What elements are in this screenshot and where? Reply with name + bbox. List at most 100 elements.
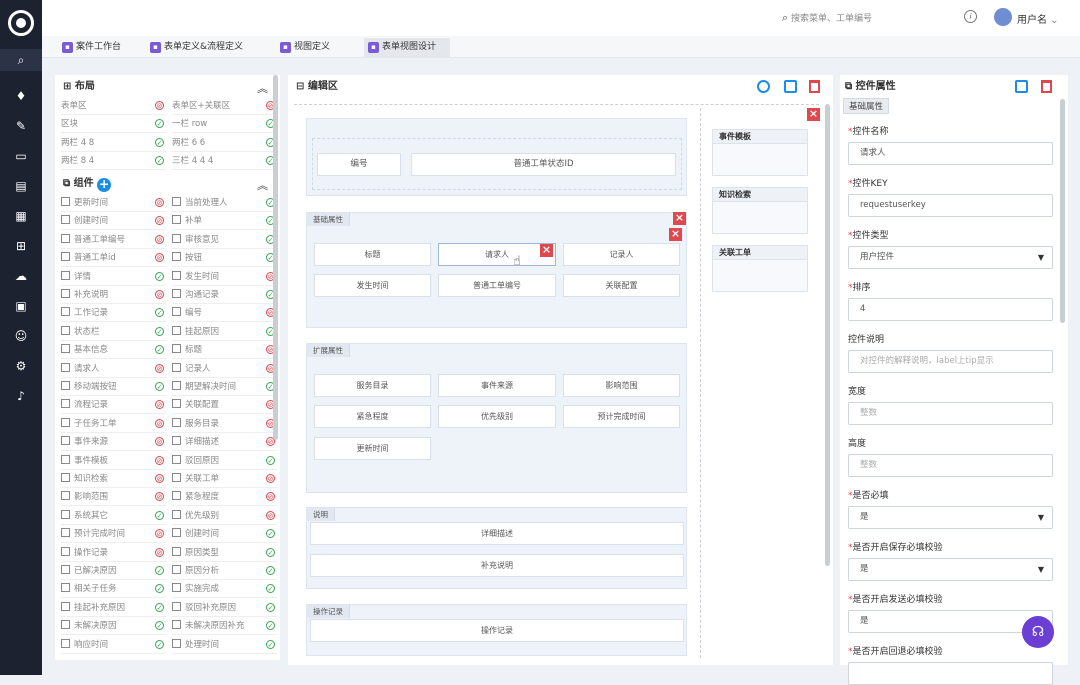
section-basic[interactable]: 基础属性 [306,212,687,328]
component-item[interactable]: 响应时间 ✓ [61,636,166,654]
field-recorder[interactable]: 记录人 [563,243,680,266]
component-item[interactable]: 关联工单 ⊘ [172,470,277,488]
block-event-template[interactable]: 事件模板 [712,129,808,176]
component-item[interactable]: 事件来源 ⊘ [61,433,166,452]
component-item[interactable]: 挂起原因 ✓ [172,323,277,341]
component-item[interactable]: 详细描述 ⊘ [172,433,277,452]
field-occur-time[interactable]: 发生时间 [314,274,431,297]
prop-input[interactable] [848,662,1053,685]
network-icon[interactable]: ⊞ [0,235,42,257]
field-id[interactable]: 编号 [317,153,401,176]
component-item[interactable]: 原因类型 ✓ [172,544,277,562]
close-icon[interactable]: × [540,244,553,257]
document-icon[interactable]: ▤ [0,175,42,197]
component-item[interactable]: 相关子任务 ✓ [61,580,166,599]
prop-input[interactable]: 整数 [848,402,1053,425]
tab-form-view-design[interactable]: ▪ 表单视图设计 [364,38,450,58]
component-item[interactable]: 原因分析 ✓ [172,562,277,580]
component-item[interactable]: 补单 ✓ [172,212,277,231]
layout-item[interactable]: 一栏 row ✓ [172,115,277,134]
component-item[interactable]: 基本信息 ✓ [61,341,166,360]
component-item[interactable]: 当前处理人 ✓ [172,194,277,212]
component-item[interactable]: 系统其它 ✓ [61,507,166,525]
component-item[interactable]: 状态栏 ✓ [61,323,166,341]
component-item[interactable]: 服务目录 ⊘ [172,415,277,433]
prop-select[interactable]: 用户控件 ▼ [848,246,1053,269]
field-status-id[interactable]: 普通工单状态ID [411,153,676,176]
search-icon[interactable]: ⌕ [0,49,42,71]
component-item[interactable]: 普通工单编号 ⊘ [61,231,166,249]
layout-item[interactable]: 三栏 4 4 4 ✓ [172,152,277,171]
prop-input[interactable]: 整数 [848,454,1053,477]
component-item[interactable]: 请求人 ⊘ [61,360,166,378]
component-item[interactable]: 事件模板 ⊘ [61,452,166,470]
component-item[interactable]: 记录人 ⊘ [172,360,277,378]
component-item[interactable]: 普通工单id ⊘ [61,249,166,268]
component-item[interactable]: 驳回原因 ✓ [172,452,277,470]
field-title[interactable]: 标题 [314,243,431,266]
tab-case-workbench[interactable]: ▪ 案件工作台 [58,38,134,58]
avatar[interactable] [994,8,1012,26]
collapse-icon[interactable]: ︽ [257,177,268,193]
save-icon[interactable] [1015,80,1028,93]
component-item[interactable]: 编号 ⊘ [172,304,277,323]
tab-view-definition[interactable]: ▪ 视图定义 [276,38,350,58]
global-search[interactable]: ⌕ 搜索菜单、工单编号 [782,11,872,25]
layout-item[interactable]: 两栏 6 6 ✓ [172,134,277,152]
monitor-icon[interactable]: ▭ [0,145,42,167]
component-item[interactable]: 移动端按钮 ✓ [61,378,166,396]
component-item[interactable]: 创建时间 ✓ [172,525,277,544]
editor-scrollbar[interactable] [825,104,830,566]
component-item[interactable]: 关联配置 ⊘ [172,396,277,415]
collapse-icon[interactable]: ︽ [257,80,268,96]
component-item[interactable]: 详情 ✓ [61,268,166,286]
field-update-time[interactable]: 更新时间 [314,437,431,460]
component-item[interactable]: 创建时间 ⊘ [61,212,166,231]
field-ticket-number[interactable]: 普通工单编号 [438,274,556,297]
field-expected-completion[interactable]: 预计完成时间 [563,405,680,428]
component-item[interactable]: 按钮 ✓ [172,249,277,268]
calendar-icon[interactable]: ▦ [0,205,42,227]
component-item[interactable]: 知识检索 ⊘ [61,470,166,488]
app-logo[interactable] [8,10,34,36]
tab-form-flow-definition[interactable]: ▪ 表单定义&流程定义 [146,38,268,58]
field-service-catalog[interactable]: 服务目录 [314,374,431,397]
component-item[interactable]: 子任务工单 ⊘ [61,415,166,433]
layout-item[interactable]: 表单区+关联区 ⊘ [172,97,277,115]
component-item[interactable]: 更新时间 ⊘ [61,194,166,212]
field-priority[interactable]: 优先级别 [438,405,556,428]
cloud-icon[interactable]: ☁ [0,265,42,287]
component-item[interactable]: 审核意见 ✓ [172,231,277,249]
layout-item[interactable]: 表单区 ⊘ [61,97,166,115]
component-item[interactable]: 工作记录 ✓ [61,304,166,323]
save-icon[interactable] [784,80,797,93]
tab-basic-attributes[interactable]: 基础属性 [843,98,890,114]
info-icon[interactable]: i [964,10,977,23]
component-item[interactable]: 流程记录 ⊘ [61,396,166,415]
field-urgency[interactable]: 紧急程度 [314,405,431,428]
component-item[interactable]: 影响范围 ⊘ [61,488,166,507]
component-item[interactable]: 预计完成时间 ⊘ [61,525,166,544]
component-item[interactable]: 未解决原因 ✓ [61,617,166,636]
component-item[interactable]: 标题 ⊘ [172,341,277,360]
field-detail-description[interactable]: 详细描述 [310,522,684,545]
block-knowledge-search[interactable]: 知识检索 [712,187,808,234]
component-item[interactable]: 发生时间 ⊘ [172,268,277,286]
component-item[interactable]: 挂起补充原因 ✓ [61,599,166,617]
tools-icon[interactable]: ✎ [0,115,42,137]
gear-icon[interactable]: ⚙ [0,355,42,377]
field-operation-log[interactable]: 操作记录 [310,619,684,642]
support-chat-icon[interactable]: ☊ [1022,616,1054,648]
delete-icon[interactable] [809,80,820,93]
bell-icon[interactable]: ♪ [0,385,42,407]
layout-item[interactable]: 两栏 4 8 ✓ [61,134,166,152]
delete-icon[interactable] [1041,80,1052,93]
prop-select[interactable]: 是 ▼ [848,558,1053,581]
component-item[interactable]: 驳回补充原因 ✓ [172,599,277,617]
block-related-tickets[interactable]: 关联工单 [712,245,808,292]
preview-icon[interactable] [757,80,770,93]
component-item[interactable]: 期望解决时间 ✓ [172,378,277,396]
component-item[interactable]: 沟通记录 ✓ [172,286,277,304]
props-scrollbar[interactable] [1060,99,1065,323]
component-item[interactable]: 已解决原因 ✓ [61,562,166,580]
